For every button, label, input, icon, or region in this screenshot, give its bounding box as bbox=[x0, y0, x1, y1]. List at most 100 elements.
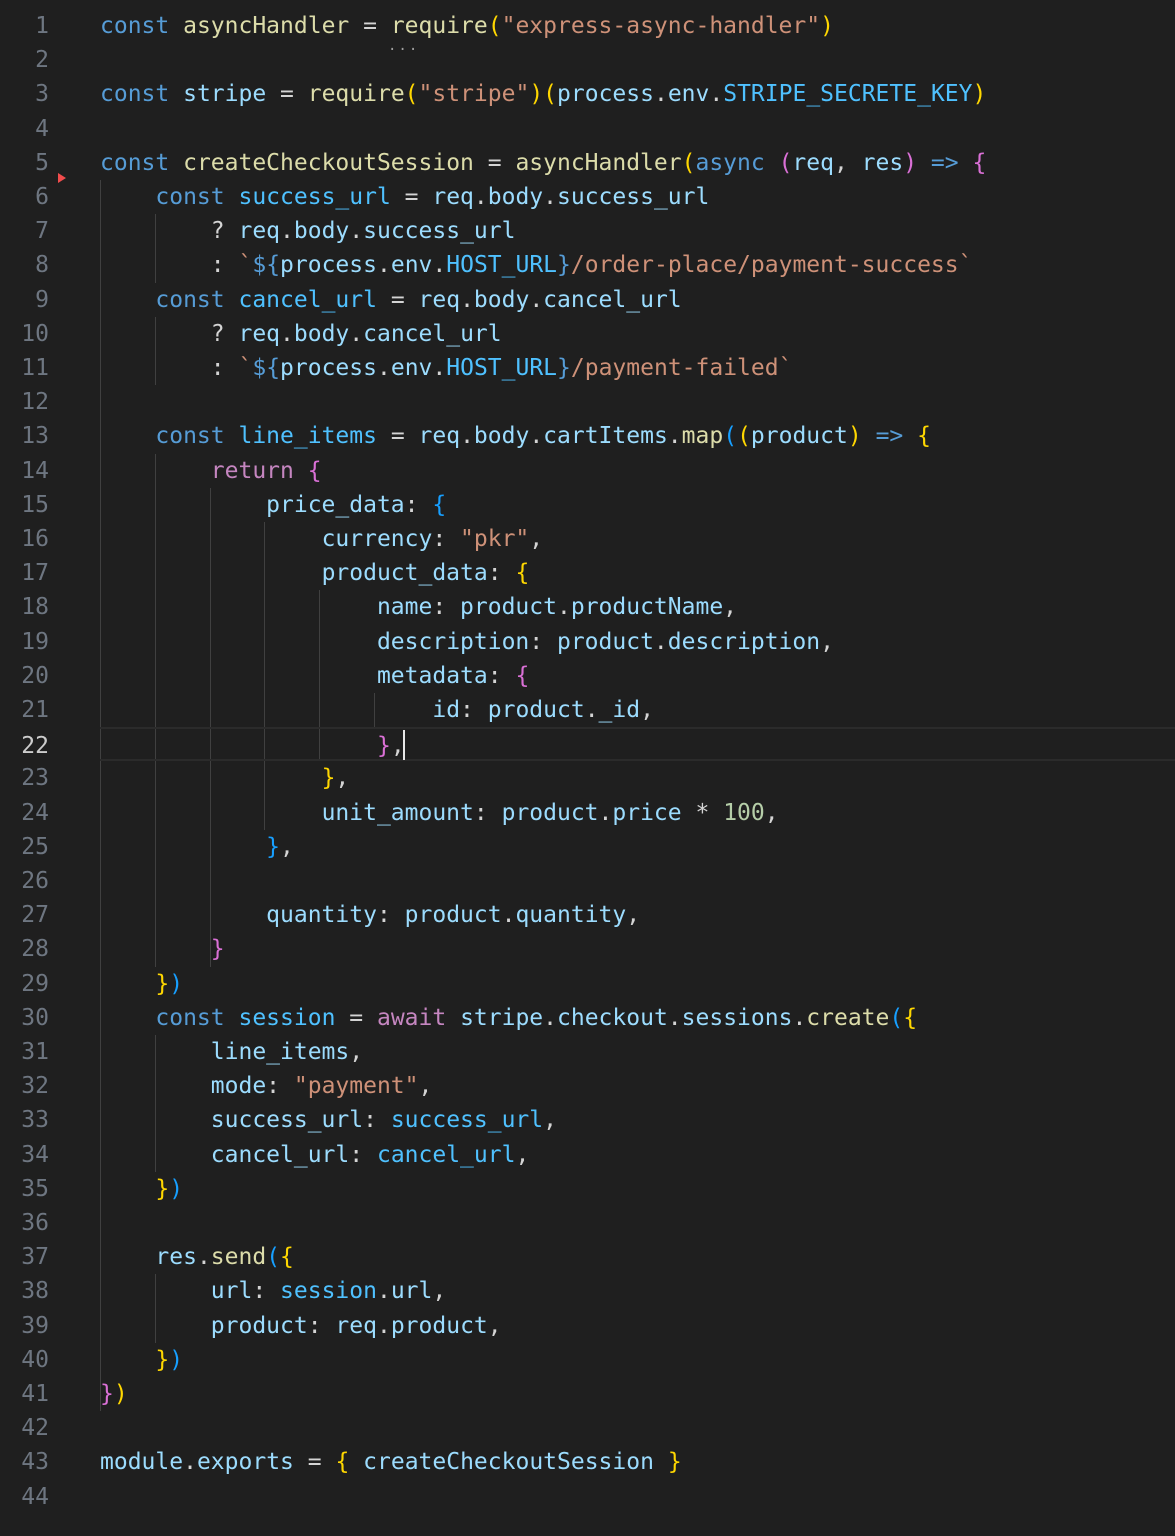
code-line[interactable]: 23 }, bbox=[0, 761, 1175, 795]
line-number[interactable]: 37 bbox=[0, 1240, 49, 1274]
code-line[interactable]: 24 unit_amount: product.price * 100, bbox=[0, 796, 1175, 830]
line-number[interactable]: 30 bbox=[0, 1001, 49, 1035]
line-number[interactable]: 18 bbox=[0, 590, 49, 624]
line-number[interactable]: 31 bbox=[0, 1035, 49, 1069]
code-token: ? bbox=[100, 218, 239, 245]
code-line[interactable]: 40 }) bbox=[0, 1343, 1175, 1377]
line-number[interactable]: 43 bbox=[0, 1445, 49, 1479]
code-line[interactable]: 42 bbox=[0, 1411, 1175, 1445]
line-number[interactable]: 22 bbox=[0, 729, 49, 763]
code-line[interactable]: 15 price_data: { bbox=[0, 488, 1175, 522]
line-code: description: product.description, bbox=[100, 625, 834, 659]
code-line[interactable]: 25 }, bbox=[0, 830, 1175, 864]
breakpoint-marker-icon[interactable] bbox=[58, 173, 66, 183]
code-line[interactable]: 17 product_data: { bbox=[0, 556, 1175, 590]
line-number[interactable]: 1 bbox=[0, 9, 49, 43]
line-number[interactable]: 21 bbox=[0, 693, 49, 727]
code-line[interactable]: 14 return { bbox=[0, 454, 1175, 488]
line-number[interactable]: 16 bbox=[0, 522, 49, 556]
code-line[interactable]: 6 const success_url = req.body.success_u… bbox=[0, 180, 1175, 214]
code-line[interactable]: 28 } bbox=[0, 932, 1175, 966]
line-number[interactable]: 4 bbox=[0, 112, 49, 146]
code-line[interactable]: 38 url: session.url, bbox=[0, 1274, 1175, 1308]
code-token: const bbox=[155, 184, 239, 210]
code-line[interactable]: 1 const asyncHandler = require("express-a… bbox=[0, 9, 1175, 43]
line-number[interactable]: 36 bbox=[0, 1206, 49, 1240]
line-number[interactable]: 10 bbox=[0, 317, 49, 351]
line-number[interactable]: 28 bbox=[0, 932, 49, 966]
line-number[interactable]: 7 bbox=[0, 214, 49, 248]
line-number[interactable]: 23 bbox=[0, 761, 49, 795]
code-token: : bbox=[473, 799, 502, 826]
code-line[interactable]: 37 res.send({ bbox=[0, 1240, 1175, 1274]
line-number[interactable]: 41 bbox=[0, 1377, 49, 1411]
line-number[interactable]: 3 bbox=[0, 77, 49, 111]
code-line[interactable]: 8 : `${process.env.HOST_URL}/order-place… bbox=[0, 248, 1175, 282]
code-line[interactable]: 5 const createCheckoutSession = asyncHand… bbox=[0, 146, 1175, 180]
code-line[interactable]: 36 bbox=[0, 1206, 1175, 1240]
code-line[interactable]: 30 const session = await stripe.checkout… bbox=[0, 1001, 1175, 1035]
code-line[interactable]: 7 ? req.body.success_url bbox=[0, 214, 1175, 248]
code-line[interactable]: 9 const cancel_url = req.body.cancel_url bbox=[0, 283, 1175, 317]
line-number[interactable]: 42 bbox=[0, 1411, 49, 1445]
line-number[interactable]: 24 bbox=[0, 796, 49, 830]
line-number[interactable]: 39 bbox=[0, 1309, 49, 1343]
code-line[interactable]: 11 : `${process.env.HOST_URL}/payment-fa… bbox=[0, 351, 1175, 385]
line-number[interactable]: 13 bbox=[0, 419, 49, 453]
code-line[interactable]: 19 description: product.description, bbox=[0, 625, 1175, 659]
code-line[interactable]: 33 success_url: success_url, bbox=[0, 1103, 1175, 1137]
code-line[interactable]: 34 cancel_url: cancel_url, bbox=[0, 1138, 1175, 1172]
line-number[interactable]: 17 bbox=[0, 556, 49, 590]
code-line[interactable]: 44 bbox=[0, 1480, 1175, 1514]
line-number[interactable]: 33 bbox=[0, 1103, 49, 1137]
code-line[interactable]: 31 line_items, bbox=[0, 1035, 1175, 1069]
code-line[interactable]: 21 id: product._id, bbox=[0, 693, 1175, 727]
code-line[interactable]: 35 }) bbox=[0, 1172, 1175, 1206]
code-line[interactable]: 4 bbox=[0, 112, 1175, 146]
line-number[interactable]: 15 bbox=[0, 488, 49, 522]
code-line[interactable]: 32 mode: "payment", bbox=[0, 1069, 1175, 1103]
line-number[interactable]: 11 bbox=[0, 351, 49, 385]
line-number[interactable]: 44 bbox=[0, 1480, 49, 1514]
code-editor[interactable]: 1 const asyncHandler = require("express-a… bbox=[0, 0, 1175, 1536]
code-token: => bbox=[917, 149, 973, 176]
code-line[interactable]: 12 bbox=[0, 385, 1175, 419]
line-number[interactable]: 2 bbox=[0, 43, 49, 77]
line-number[interactable]: 12 bbox=[0, 385, 49, 419]
line-number[interactable]: 29 bbox=[0, 967, 49, 1001]
code-token: body bbox=[473, 423, 530, 450]
line-number[interactable]: 19 bbox=[0, 625, 49, 659]
line-number[interactable]: 20 bbox=[0, 659, 49, 693]
code-line[interactable]: 13 const line_items = req.body.cartItems… bbox=[0, 419, 1175, 453]
line-number[interactable]: 9 bbox=[0, 283, 49, 317]
line-number[interactable]: 32 bbox=[0, 1069, 49, 1103]
line-number[interactable]: 6 bbox=[0, 180, 49, 214]
line-number[interactable]: 26 bbox=[0, 864, 49, 898]
code-line[interactable]: 29 }) bbox=[0, 967, 1175, 1001]
code-line[interactable]: 20 metadata: { bbox=[0, 659, 1175, 693]
line-number[interactable]: 25 bbox=[0, 830, 49, 864]
line-number[interactable]: 14 bbox=[0, 454, 49, 488]
code-line[interactable]: 18 name: product.productName, bbox=[0, 590, 1175, 624]
code-line[interactable]: 39 product: req.product, bbox=[0, 1309, 1175, 1343]
code-token: , bbox=[640, 697, 654, 723]
code-line[interactable]: 16 currency: "pkr", bbox=[0, 522, 1175, 556]
line-number[interactable]: 8 bbox=[0, 248, 49, 282]
line-number[interactable]: 40 bbox=[0, 1343, 49, 1377]
code-line[interactable]: 26 bbox=[0, 864, 1175, 898]
line-number[interactable]: 5 bbox=[0, 146, 49, 180]
code-line[interactable]: 27 quantity: product.quantity, bbox=[0, 898, 1175, 932]
code-token: res bbox=[861, 149, 904, 176]
code-line[interactable]: 2 bbox=[0, 43, 1175, 77]
code-line[interactable]: 3 const stripe = require("stripe")(proces… bbox=[0, 77, 1175, 111]
code-line[interactable]: 43 module.exports = { createCheckoutSessi… bbox=[0, 1445, 1175, 1479]
line-number[interactable]: 34 bbox=[0, 1138, 49, 1172]
code-line[interactable]: 10 ? req.body.cancel_url bbox=[0, 317, 1175, 351]
line-number[interactable]: 27 bbox=[0, 898, 49, 932]
line-number[interactable]: 35 bbox=[0, 1172, 49, 1206]
code-line[interactable]: 41}) bbox=[0, 1377, 1175, 1411]
code-line[interactable]: 22 }, bbox=[21, 727, 1175, 762]
line-number[interactable]: 38 bbox=[0, 1274, 49, 1308]
code-token: description bbox=[376, 628, 530, 655]
code-token: const bbox=[100, 81, 184, 108]
